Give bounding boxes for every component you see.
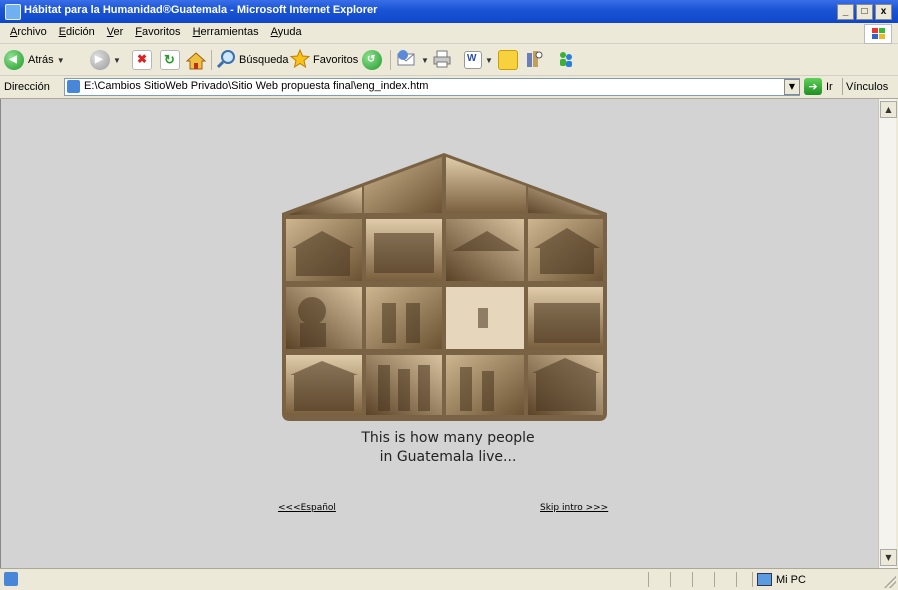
menu-edicion[interactable]: Edición bbox=[53, 26, 101, 38]
standard-toolbar: ◀ Atrás ▼ ▶ ▼ ✖ ↻ Búsqueda Favoritos ↺ ▼… bbox=[0, 44, 898, 76]
messenger-icon bbox=[556, 49, 576, 72]
mail-icon bbox=[396, 49, 418, 72]
window-controls: _ □ x bbox=[837, 4, 892, 20]
windows-logo-icon bbox=[864, 24, 892, 44]
refresh-button[interactable]: ↻ bbox=[160, 49, 180, 71]
vertical-scrollbar[interactable]: ▲ ▼ bbox=[878, 99, 897, 568]
back-label: Atrás bbox=[28, 54, 54, 66]
messenger-button[interactable] bbox=[556, 49, 576, 71]
mail-button[interactable]: ▼ bbox=[396, 49, 429, 71]
scroll-down-icon[interactable]: ▼ bbox=[880, 549, 897, 566]
history-icon: ↺ bbox=[362, 50, 382, 70]
stop-button[interactable]: ✖ bbox=[132, 49, 152, 71]
go-button[interactable]: ➔ bbox=[804, 78, 822, 95]
page-icon bbox=[67, 80, 80, 93]
left-border bbox=[0, 99, 18, 568]
star-icon bbox=[289, 48, 311, 72]
window-title: Hábitat para la Humanidad®Guatemala - Mi… bbox=[24, 4, 378, 16]
search-icon bbox=[216, 49, 236, 72]
favorites-button[interactable]: Favoritos bbox=[289, 48, 359, 72]
intro-caption: This is how many people in Guatemala liv… bbox=[218, 429, 678, 467]
back-arrow-icon: ◀ bbox=[4, 50, 24, 70]
menu-ver[interactable]: Ver bbox=[101, 26, 130, 38]
close-button[interactable]: x bbox=[875, 4, 892, 20]
skip-intro-link[interactable]: Skip intro >>> bbox=[540, 503, 608, 513]
stop-icon: ✖ bbox=[132, 50, 152, 70]
print-button[interactable] bbox=[432, 49, 452, 71]
discuss-button[interactable] bbox=[498, 49, 518, 71]
title-bar[interactable]: Hábitat para la Humanidad®Guatemala - Mi… bbox=[0, 0, 898, 23]
forward-button[interactable]: ▶ ▼ bbox=[90, 49, 121, 71]
refresh-icon: ↻ bbox=[160, 50, 180, 70]
address-field[interactable]: E:\Cambios SitioWeb Privado\Sitio Web pr… bbox=[64, 78, 800, 96]
forward-dropdown-icon[interactable]: ▼ bbox=[113, 56, 121, 65]
menu-archivo[interactable]: Archivo bbox=[4, 26, 53, 38]
caption-line-1: This is how many people bbox=[361, 430, 535, 446]
security-zone: Mi PC bbox=[752, 572, 806, 587]
address-url: E:\Cambios SitioWeb Privado\Sitio Web pr… bbox=[84, 80, 429, 92]
printer-icon bbox=[432, 49, 452, 72]
favorites-label: Favoritos bbox=[313, 54, 359, 66]
forward-arrow-icon: ▶ bbox=[90, 50, 110, 70]
menu-favoritos[interactable]: Favoritos bbox=[129, 26, 186, 38]
back-dropdown-icon[interactable]: ▼ bbox=[57, 56, 65, 65]
edit-dropdown-icon[interactable]: ▼ bbox=[485, 56, 493, 65]
history-button[interactable]: ↺ bbox=[362, 49, 382, 71]
word-edit-icon: W bbox=[464, 51, 482, 69]
roof-photo-center-right bbox=[446, 157, 526, 213]
go-label[interactable]: Ir bbox=[826, 81, 833, 93]
roof-photo-center-left bbox=[364, 157, 442, 213]
research-button[interactable] bbox=[524, 49, 544, 71]
menu-bar: Archivo Edición Ver Favoritos Herramient… bbox=[0, 23, 898, 44]
address-label: Dirección bbox=[4, 81, 50, 93]
menu-ayuda[interactable]: Ayuda bbox=[265, 26, 308, 38]
back-button[interactable]: ◀ Atrás ▼ bbox=[4, 49, 65, 71]
browser-window: Hábitat para la Humanidad®Guatemala - Mi… bbox=[0, 0, 898, 590]
maximize-button[interactable]: □ bbox=[856, 4, 873, 20]
status-page-icon bbox=[4, 572, 18, 586]
page-content: This is how many people in Guatemala liv… bbox=[18, 99, 878, 568]
search-button[interactable]: Búsqueda bbox=[216, 49, 289, 71]
links-button[interactable]: Vínculos bbox=[846, 81, 888, 93]
edit-button[interactable]: W ▼ bbox=[464, 49, 493, 71]
menu-herramientas[interactable]: Herramientas bbox=[187, 26, 265, 38]
address-bar: Dirección E:\Cambios SitioWeb Privado\Si… bbox=[0, 76, 898, 99]
address-dropdown-icon[interactable]: ▼ bbox=[784, 79, 800, 95]
research-icon bbox=[524, 49, 544, 72]
house-photo-collage bbox=[282, 153, 607, 421]
resize-grip-icon[interactable] bbox=[884, 576, 896, 588]
zone-label: Mi PC bbox=[776, 573, 806, 586]
home-icon bbox=[185, 51, 207, 70]
my-computer-icon bbox=[757, 573, 772, 586]
spanish-link[interactable]: <<<Español bbox=[278, 503, 336, 513]
folder-icon bbox=[498, 50, 518, 70]
ie-app-icon[interactable] bbox=[5, 4, 21, 20]
search-label: Búsqueda bbox=[239, 54, 289, 66]
caption-line-2: in Guatemala live... bbox=[379, 449, 517, 465]
scroll-up-icon[interactable]: ▲ bbox=[880, 101, 897, 118]
status-bar: Mi PC bbox=[0, 568, 898, 590]
minimize-button[interactable]: _ bbox=[837, 4, 854, 20]
home-button[interactable] bbox=[185, 49, 207, 71]
mail-dropdown-icon[interactable]: ▼ bbox=[421, 56, 429, 65]
